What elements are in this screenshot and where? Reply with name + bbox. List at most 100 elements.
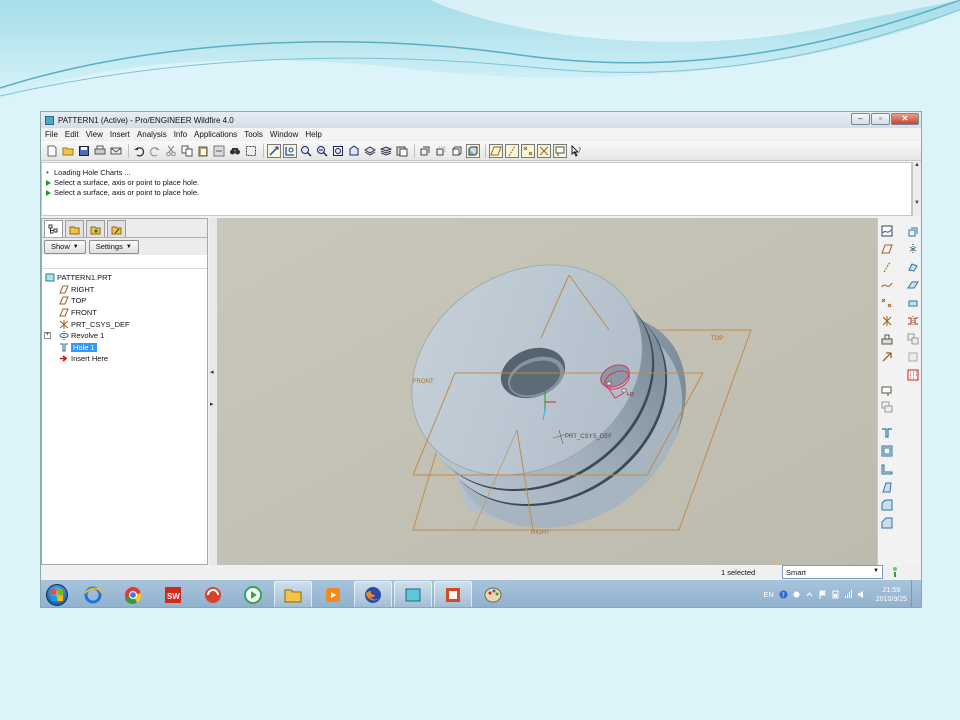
tree-item-root[interactable]: PATTERN1.PRT (44, 272, 205, 284)
datum-curve-icon[interactable] (880, 278, 894, 292)
hole-tool-icon[interactable] (880, 426, 894, 440)
tree-item-right[interactable]: RIGHT (44, 284, 205, 296)
menu-edit[interactable]: Edit (65, 130, 79, 139)
close-button[interactable]: ✕ (891, 113, 919, 125)
zoom-out-icon[interactable] (315, 144, 329, 158)
datum-plane-tool-icon[interactable] (880, 242, 894, 256)
menu-applications[interactable]: Applications (194, 130, 237, 139)
menu-tools[interactable]: Tools (244, 130, 263, 139)
datum-point-tool-icon[interactable] (880, 296, 894, 310)
explorer-taskbar-icon[interactable] (274, 581, 312, 607)
edit-definition-icon[interactable] (880, 400, 894, 414)
rib-icon[interactable] (880, 462, 894, 476)
menu-help[interactable]: Help (305, 130, 321, 139)
annotation-icon[interactable] (553, 143, 567, 158)
clock[interactable]: 21:59 2010/9/25 (876, 586, 907, 604)
orient-icon[interactable] (283, 143, 297, 158)
no-hidden-icon[interactable] (450, 144, 464, 158)
model-tree-tab[interactable] (44, 220, 63, 237)
regenerate-icon[interactable] (212, 144, 226, 158)
insert-part-icon[interactable] (880, 350, 894, 364)
tray-settings-icon[interactable] (792, 590, 801, 599)
select-box-icon[interactable] (244, 144, 258, 158)
variable-sweep-icon[interactable] (906, 296, 920, 310)
network-icon[interactable] (844, 590, 853, 599)
layers-icon[interactable] (379, 144, 393, 158)
app-red-taskbar-icon[interactable] (194, 581, 232, 607)
solidworks-taskbar-icon[interactable]: SW (154, 581, 192, 607)
collapse-left-icon[interactable]: ◂ (210, 368, 214, 376)
csys-tool-icon[interactable] (880, 314, 894, 328)
panel-splitter[interactable]: ◂ ▸ (209, 218, 217, 565)
mirror-icon[interactable] (906, 314, 920, 328)
minimize-button[interactable]: – (851, 113, 870, 125)
trim-icon[interactable] (906, 350, 920, 364)
paint-taskbar-icon[interactable] (474, 581, 512, 607)
send-mail-icon[interactable] (109, 144, 123, 158)
round-icon[interactable] (880, 498, 894, 512)
hidden-line-icon[interactable] (434, 144, 448, 158)
powerpoint-taskbar-icon[interactable] (434, 581, 472, 607)
show-hidden-icons-icon[interactable] (805, 590, 814, 599)
favorites-tab[interactable] (86, 220, 105, 237)
tree-item-insert-here[interactable]: Insert Here (44, 353, 205, 365)
tree-item-csys[interactable]: PRT_CSYS_DEF (44, 318, 205, 330)
wireframe-icon[interactable] (418, 144, 432, 158)
pattern-icon[interactable] (906, 368, 920, 382)
copy-icon[interactable] (180, 144, 194, 158)
help-icon[interactable]: ? (779, 590, 788, 599)
show-dropdown[interactable]: Show ▼ (44, 239, 86, 254)
settings-dropdown[interactable]: Settings ▼ (88, 239, 139, 254)
maximize-button[interactable]: ▫ (871, 113, 890, 125)
show-desktop-button[interactable] (911, 580, 921, 607)
shell-icon[interactable] (880, 444, 894, 458)
print-icon[interactable] (93, 144, 107, 158)
menu-file[interactable]: File (45, 130, 58, 139)
datum-axes-icon[interactable] (505, 143, 519, 158)
expand-icon[interactable]: + (44, 332, 51, 340)
connections-tab[interactable] (107, 220, 126, 237)
shading-icon[interactable] (466, 143, 480, 158)
find-icon[interactable] (228, 144, 242, 158)
merge-icon[interactable] (906, 332, 920, 346)
reorient-icon[interactable] (347, 144, 361, 158)
scroll-down-icon[interactable]: ▼ (913, 200, 921, 206)
volume-icon[interactable] (857, 590, 866, 599)
menu-analysis[interactable]: Analysis (137, 130, 167, 139)
tree-item-revolve[interactable]: + Revolve 1 (44, 330, 205, 342)
language-indicator[interactable]: EN (763, 590, 773, 599)
start-button[interactable] (42, 581, 72, 607)
flag-icon[interactable] (818, 590, 827, 599)
csys-icon[interactable] (537, 143, 551, 158)
annotation-tool-icon[interactable] (880, 384, 894, 398)
cut-icon[interactable] (164, 144, 178, 158)
media-player-taskbar-icon[interactable] (314, 581, 352, 607)
tree-item-front[interactable]: FRONT (44, 307, 205, 319)
undo-icon[interactable] (132, 144, 146, 158)
refit-icon[interactable] (331, 144, 345, 158)
datum-axis-tool-icon[interactable] (880, 260, 894, 274)
proengineer-taskbar-icon[interactable] (394, 581, 432, 607)
analysis-feature-icon[interactable] (880, 332, 894, 346)
selection-filter-dropdown[interactable]: Smart ▼ (782, 565, 883, 579)
blend-icon[interactable] (906, 278, 920, 292)
traffic-light-icon[interactable] (890, 565, 900, 579)
whats-this-icon[interactable]: ? (569, 144, 583, 158)
revolve-tool-icon[interactable] (906, 242, 920, 256)
graphics-viewport[interactable]: FRONT TOP RIGHT PRT_CSYS_DEF H2 (217, 218, 877, 565)
save-icon[interactable] (77, 144, 91, 158)
draft-icon[interactable] (880, 480, 894, 494)
menu-info[interactable]: Info (174, 130, 187, 139)
chamfer-icon[interactable] (880, 516, 894, 530)
paste-icon[interactable] (196, 144, 210, 158)
open-icon[interactable] (61, 144, 75, 158)
message-scrollbar[interactable]: ▲ ▼ (912, 162, 921, 216)
folder-browser-tab[interactable] (65, 220, 84, 237)
redo-icon[interactable] (148, 144, 162, 158)
firefox-taskbar-icon[interactable] (354, 581, 392, 607)
new-icon[interactable] (45, 144, 59, 158)
expand-right-icon[interactable]: ▸ (210, 400, 214, 408)
view-manager-icon[interactable] (395, 144, 409, 158)
menu-window[interactable]: Window (270, 130, 298, 139)
battery-icon[interactable] (831, 590, 840, 599)
